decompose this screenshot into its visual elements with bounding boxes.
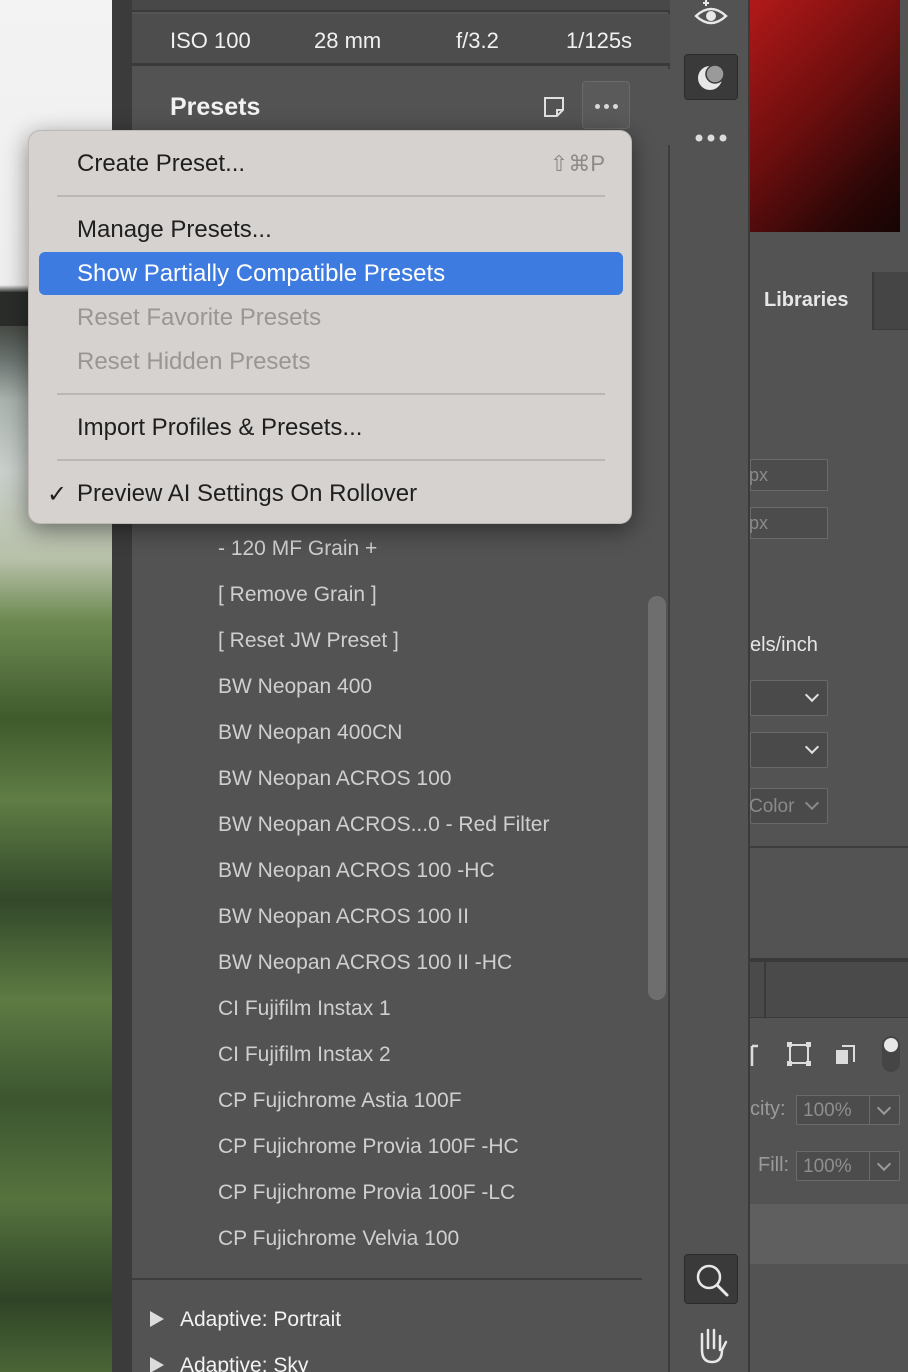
menu-item-create-preset[interactable]: Create Preset...	[77, 150, 245, 178]
panel-tab-bar: Libraries	[750, 272, 908, 330]
presets-context-menu: Create Preset... ⇧⌘P Manage Presets... S…	[28, 130, 632, 524]
mask-overlay-button[interactable]	[684, 54, 738, 100]
panel-divider	[750, 846, 908, 848]
expand-triangle-icon	[150, 1311, 164, 1327]
chevron-down-icon	[804, 739, 820, 755]
exif-shutter: 1/125s	[566, 28, 633, 53]
preset-group-row[interactable]: Adaptive: Portrait	[150, 1308, 341, 1332]
chevron-down-icon[interactable]	[869, 1096, 899, 1124]
group-separator	[132, 1278, 642, 1280]
preset-item[interactable]: BW Neopan 400	[218, 675, 372, 699]
menu-item-preview-ai-settings[interactable]: Preview AI Settings On Rollover	[77, 480, 417, 508]
chevron-down-icon	[804, 687, 820, 703]
fill-input[interactable]: 100%	[796, 1151, 900, 1181]
new-preset-icon[interactable]	[540, 93, 568, 121]
unit-label: px	[749, 465, 769, 485]
mask-overlay-icon	[698, 64, 725, 90]
menu-separator	[57, 195, 605, 197]
preset-item[interactable]: CP Fujichrome Provia 100F -HC	[218, 1135, 519, 1159]
preset-item[interactable]: CI Fujifilm Instax 2	[218, 1043, 391, 1067]
preset-item[interactable]: BW Neopan ACROS 100	[218, 767, 451, 791]
preset-item[interactable]: [ Remove Grain ]	[218, 583, 377, 607]
preset-item[interactable]: [ Reset JW Preset ]	[218, 629, 399, 653]
more-dot-icon	[604, 104, 609, 109]
preset-item[interactable]: BW Neopan ACROS 100 II -HC	[218, 951, 512, 975]
create-preset-shortcut: ⇧⌘P	[549, 151, 605, 176]
dropdown-2[interactable]	[750, 732, 828, 768]
preset-item[interactable]: CI Fujifilm Instax 1	[218, 997, 391, 1021]
preset-list-scrollbar[interactable]	[648, 596, 666, 1000]
fill-label: Fill:	[758, 1154, 790, 1176]
menu-separator	[57, 393, 605, 395]
hand-tool-icon[interactable]	[684, 1320, 738, 1366]
menu-item-manage-presets[interactable]: Manage Presets...	[77, 216, 272, 244]
layer-tools-row	[750, 1036, 900, 1072]
exif-iso: ISO 100	[170, 28, 251, 53]
side-toolbar	[672, 0, 750, 1372]
color-picker-field[interactable]	[750, 0, 900, 232]
fill-value: 100%	[803, 1156, 852, 1177]
magnifier-icon	[696, 1264, 729, 1297]
preset-group-label: Adaptive: Portrait	[180, 1308, 342, 1331]
exif-focal-length: 28 mm	[314, 28, 382, 53]
dropdown-1[interactable]	[750, 680, 828, 716]
more-dot-icon	[595, 104, 600, 109]
unit-label: px	[749, 513, 769, 533]
menu-item-import[interactable]: Import Profiles & Presets...	[77, 414, 362, 442]
checkmark-icon: ✓	[47, 481, 68, 508]
opacity-input[interactable]: 100%	[796, 1095, 900, 1125]
preset-item[interactable]: BW Neopan ACROS 100 -HC	[218, 859, 495, 883]
opacity-value: 100%	[803, 1100, 852, 1121]
tab-divider	[764, 962, 766, 1018]
width-field[interactable]: px	[749, 459, 828, 491]
menu-item-reset-hidden: Reset Hidden Presets	[77, 348, 311, 375]
more-tools-icon[interactable]	[684, 116, 738, 162]
preset-item[interactable]: BW Neopan ACROS...0 - Red Filter	[218, 813, 549, 837]
layers-tab-bar	[750, 962, 908, 1018]
eye-icon[interactable]	[684, 0, 738, 46]
more-options-button[interactable]	[582, 81, 630, 129]
chevron-down-icon	[804, 795, 820, 811]
properties-panel: Libraries px px els/inch Color city: 100…	[749, 0, 908, 1372]
menu-item-show-partially-compatible[interactable]: Show Partially Compatible Presets	[77, 260, 445, 288]
more-dot-icon	[613, 104, 618, 109]
layer-row[interactable]	[750, 1204, 908, 1264]
zoom-tool-button[interactable]	[684, 1254, 738, 1304]
color-mode-value: Color	[749, 796, 795, 817]
tab-label: Libraries	[764, 289, 849, 311]
preset-item[interactable]: - 120 MF Grain +	[218, 537, 377, 561]
exif-info-row: ISO 100 28 mm f/3.2 1/125s	[132, 14, 670, 66]
tab-libraries[interactable]: Libraries	[750, 272, 874, 330]
panel-top-edge	[132, 0, 670, 12]
preset-item[interactable]: BW Neopan 400CN	[218, 721, 402, 745]
opacity-label: city:	[750, 1098, 786, 1120]
color-mode-dropdown[interactable]: Color	[749, 788, 828, 824]
height-field[interactable]: px	[749, 507, 828, 539]
preset-item[interactable]: CP Fujichrome Astia 100F	[218, 1089, 462, 1113]
preset-group-row[interactable]: Adaptive: Sky	[150, 1354, 308, 1372]
preset-item[interactable]: CP Fujichrome Velvia 100	[218, 1227, 459, 1251]
menu-separator	[57, 459, 605, 461]
resolution-unit-label: els/inch	[750, 634, 818, 656]
preset-item[interactable]: CP Fujichrome Provia 100F -LC	[218, 1181, 515, 1205]
presets-title: Presets	[170, 93, 261, 121]
menu-item-reset-favorite: Reset Favorite Presets	[77, 304, 322, 331]
preset-group-label: Adaptive: Sky	[180, 1354, 309, 1372]
exif-aperture: f/3.2	[456, 28, 499, 53]
expand-triangle-icon	[150, 1357, 164, 1372]
chevron-down-icon[interactable]	[869, 1152, 899, 1180]
preset-item[interactable]: BW Neopan ACROS 100 II	[218, 905, 469, 929]
